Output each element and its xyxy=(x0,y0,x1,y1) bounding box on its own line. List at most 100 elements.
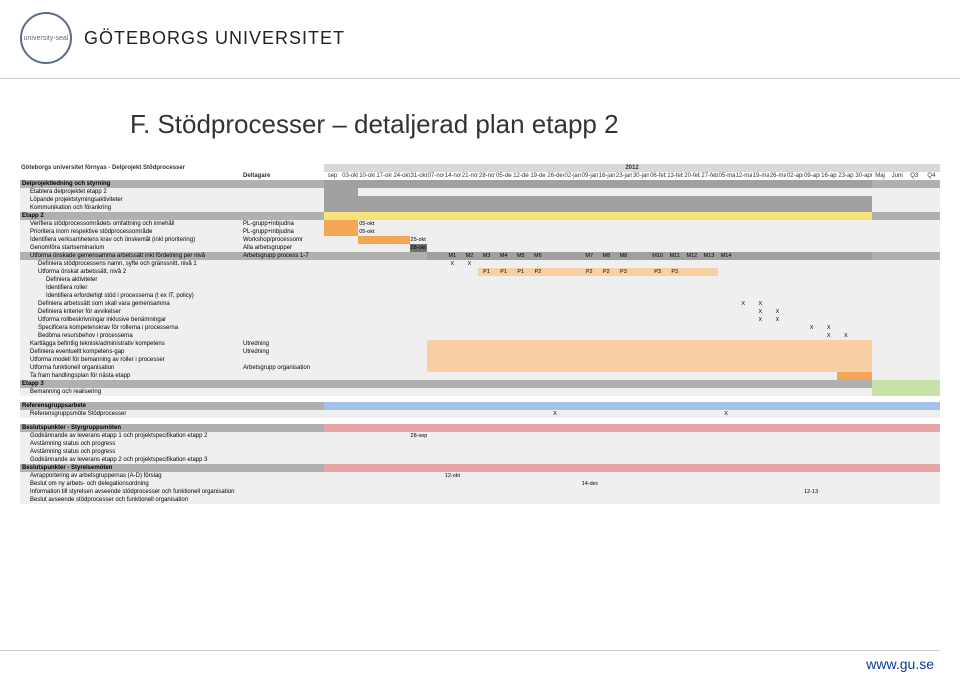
date-header: 09-jan xyxy=(581,172,598,180)
task-name: Utforma rollbeskrivningar inklusive benä… xyxy=(20,316,242,324)
task-participants xyxy=(242,268,324,276)
cell-label: P2 xyxy=(535,269,542,275)
task-name: Beslut avseende stödprocesser och funkti… xyxy=(20,496,242,504)
task-name: Godkännande av leverans etapp 2 och proj… xyxy=(20,456,242,464)
task-participants xyxy=(242,356,324,364)
date-header: Maj xyxy=(872,172,889,180)
cell-label: X xyxy=(776,317,780,323)
cell-label: P3 xyxy=(654,269,661,275)
date-header: 16-apr xyxy=(820,172,837,180)
task-participants xyxy=(242,464,324,472)
task-participants xyxy=(242,196,324,204)
cell-label: X xyxy=(468,261,472,267)
task-name: Beslutspunkter - Styrelsemöten xyxy=(20,464,242,472)
date-header: 30-apr xyxy=(854,172,871,180)
cell-label: P3 xyxy=(620,269,627,275)
date-header: 12-dec xyxy=(512,172,529,180)
task-participants xyxy=(242,448,324,456)
cell-label: M14 xyxy=(721,253,732,259)
date-header: 26-mar xyxy=(769,172,786,180)
task-name: Etablera delprojektet etapp 2 xyxy=(20,188,242,196)
task-participants: PL-grupp+inbjudna xyxy=(242,220,324,228)
date-header: 19-mar xyxy=(752,172,769,180)
date-header: 02-apr xyxy=(786,172,803,180)
cell-label: 05-okt xyxy=(359,229,374,235)
date-header: 17-okt xyxy=(375,172,392,180)
participants-header: Deltagare xyxy=(242,172,324,180)
university-seal-icon: university-seal xyxy=(20,12,72,64)
task-name: Utforma modell för bemanning av roller i… xyxy=(20,356,242,364)
task-participants xyxy=(242,316,324,324)
cell-label: X xyxy=(553,411,557,417)
task-participants xyxy=(242,308,324,316)
date-header: 23-apr xyxy=(837,172,854,180)
cell-label: X xyxy=(810,325,814,331)
task-participants xyxy=(242,260,324,268)
cell-label: 12-okt xyxy=(445,473,460,479)
cell-label: M4 xyxy=(500,253,508,259)
cell-label: 25-okt xyxy=(411,237,426,243)
task-participants xyxy=(242,410,324,418)
date-header: 05-mar xyxy=(718,172,735,180)
task-name: Etapp 2 xyxy=(20,212,242,220)
date-header: 05-dec xyxy=(495,172,512,180)
task-name: Definiera stödprocessens namn, syfte och… xyxy=(20,260,242,268)
task-participants xyxy=(242,402,324,410)
task-name: Identifiera verksamhetens krav och önske… xyxy=(20,236,242,244)
cell-label: 28-okt xyxy=(411,245,426,251)
date-header: Juni xyxy=(889,172,906,180)
task-participants xyxy=(242,324,324,332)
date-header: 20-feb xyxy=(683,172,700,180)
date-header: 26-dec xyxy=(546,172,563,180)
task-name: Delprojektledning och styrning xyxy=(20,180,242,188)
cell-label: X xyxy=(758,309,762,315)
task-participants xyxy=(242,204,324,212)
gantt-title: Göteborgs universitet förnyas - Delproje… xyxy=(20,164,242,172)
task-name: Ta fram handlingsplan för nästa etapp xyxy=(20,372,242,380)
gantt-header: Göteborgs universitet förnyas - Delproje… xyxy=(20,164,940,180)
task-name: Specificera kompetenskrav för rollerna i… xyxy=(20,324,242,332)
task-participants xyxy=(242,480,324,488)
cell-label: X xyxy=(827,333,831,339)
cell-label: 28-sep xyxy=(411,433,427,439)
date-header: 07-nov xyxy=(427,172,444,180)
cell-label: X xyxy=(450,261,454,267)
date-header: 19-dec xyxy=(529,172,546,180)
task-name: Bedöma resursbehov i processerna xyxy=(20,332,242,340)
cell-label: M11 xyxy=(670,253,680,259)
gantt-chart: Göteborgs universitet förnyas - Delproje… xyxy=(20,164,940,504)
cell-label: M8 xyxy=(602,253,610,259)
task-name: Bemanning och realisering xyxy=(20,388,242,396)
task-participants xyxy=(242,180,324,188)
task-participants xyxy=(242,300,324,308)
cell-label: P3 xyxy=(671,269,678,275)
task-participants xyxy=(242,284,324,292)
task-participants: Arbetsgrupp organisation xyxy=(242,364,324,372)
cell-label: P1 xyxy=(517,269,524,275)
cell-label: M10 xyxy=(652,253,663,259)
cell-label: M6 xyxy=(534,253,542,259)
cell-label: X xyxy=(724,411,728,417)
task-name: Referensgruppsmöte Stödprocesser xyxy=(20,410,242,418)
date-header: 21-nov xyxy=(461,172,478,180)
task-name: Identifiera erforderligt stöd i processe… xyxy=(20,292,242,300)
university-header: university-seal GÖTEBORGS UNIVERSITET xyxy=(0,0,960,79)
cell-label: M1 xyxy=(449,253,457,259)
task-participants xyxy=(242,424,324,432)
date-header: 24-okt xyxy=(392,172,409,180)
date-header: Q3 xyxy=(906,172,923,180)
task-participants xyxy=(242,432,324,440)
date-header: 23-jan xyxy=(615,172,632,180)
cell-label: M2 xyxy=(466,253,474,259)
task-name: Kommunikation och förankring xyxy=(20,204,242,212)
task-name: Prioritera inom respektive stödprocessom… xyxy=(20,228,242,236)
cell-label: X xyxy=(776,309,780,315)
date-header: 09-apr xyxy=(803,172,820,180)
task-name: Utforma önskade gemensamma arbetssätt in… xyxy=(20,252,242,260)
date-header: 10-okt xyxy=(358,172,375,180)
cell-label: 05-okt xyxy=(359,221,374,227)
task-name: Information till styrelsen avseende stöd… xyxy=(20,488,242,496)
date-header: 14-nov xyxy=(444,172,461,180)
cell-label: M7 xyxy=(585,253,593,259)
task-name: Genomföra startseminarium xyxy=(20,244,242,252)
